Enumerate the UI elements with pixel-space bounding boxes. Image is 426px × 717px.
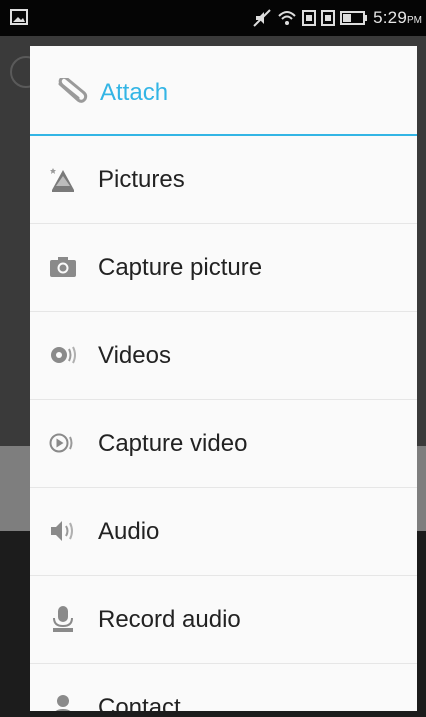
menu-item-capture-picture[interactable]: Capture picture <box>30 224 417 312</box>
status-time: 5:29 <box>373 8 407 27</box>
menu-item-label: Contact <box>98 694 181 711</box>
audio-icon <box>51 521 73 541</box>
status-ampm: PM <box>407 14 422 26</box>
microphone-icon <box>53 606 73 632</box>
mute-icon <box>253 9 271 27</box>
menu-item-record-audio[interactable]: Record audio <box>30 576 417 664</box>
capture-video-icon <box>49 433 73 453</box>
menu-item-label: Audio <box>98 518 160 545</box>
menu-item-label: Capture picture <box>98 254 263 281</box>
contact-icon <box>55 695 71 711</box>
menu-item-label: Capture video <box>98 430 248 457</box>
menu-item-label: Pictures <box>98 166 185 193</box>
menu-item-label: Videos <box>98 342 171 369</box>
pictures-icon <box>50 168 74 192</box>
menu-item-pictures[interactable]: Pictures <box>30 136 417 224</box>
status-bar: 5:29 PM <box>0 0 426 36</box>
gallery-notification-icon <box>10 9 28 25</box>
videos-icon <box>51 346 76 364</box>
attach-dialog: Attach Pictures Capture picture Videos C… <box>30 46 417 711</box>
menu-item-contact[interactable]: Contact <box>30 664 417 711</box>
camera-icon <box>50 257 76 277</box>
menu-item-videos[interactable]: Videos <box>30 312 417 400</box>
dialog-title: Attach <box>100 79 169 106</box>
menu-item-audio[interactable]: Audio <box>30 488 417 576</box>
paperclip-icon <box>58 78 88 103</box>
menu-item-capture-video[interactable]: Capture video <box>30 400 417 488</box>
menu-item-label: Record audio <box>98 606 241 633</box>
sim1-icon <box>302 10 317 26</box>
wifi-icon <box>278 11 296 25</box>
battery-icon <box>340 11 368 25</box>
status-icons: 5:29 PM <box>252 0 422 36</box>
sim2-icon <box>321 10 336 26</box>
dialog-header: Attach <box>30 46 417 136</box>
